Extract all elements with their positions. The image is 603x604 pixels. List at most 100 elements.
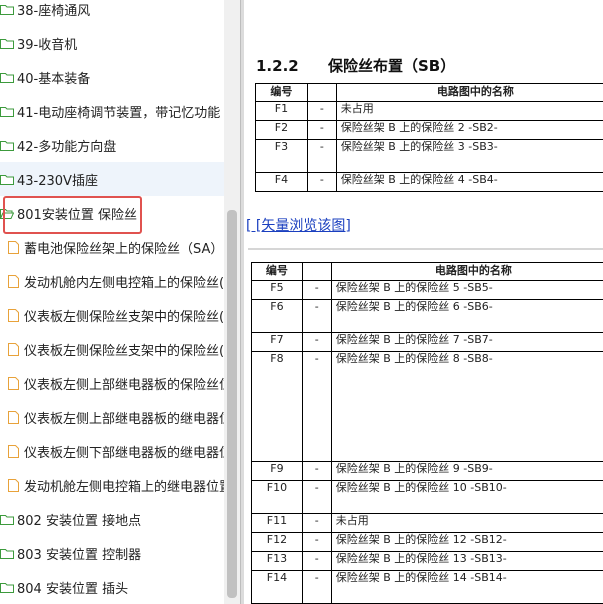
folder-icon xyxy=(0,4,14,15)
page-icon xyxy=(8,274,19,288)
table-row: F8 - 保险丝架 B 上的保险丝 8 -SB8- xyxy=(251,351,603,462)
folder-icon xyxy=(0,140,14,151)
tree-item-41[interactable]: 41-电动座椅调节装置，带记忆功能 xyxy=(0,94,224,128)
fuse-dash: - xyxy=(301,532,332,552)
column-header: 电路图中的名称 xyxy=(335,83,603,102)
table-row: F10 - 保险丝架 B 上的保险丝 10 -SB10- xyxy=(251,480,603,514)
fuse-id: F3 xyxy=(255,139,308,173)
fuse-id: F6 xyxy=(251,299,303,333)
sidebar-scrollbar[interactable] xyxy=(224,0,240,604)
tree-item-label: 仪表板左侧上部继电器板的保险丝位 xyxy=(24,377,224,393)
table-row: F5 - 保险丝架 B 上的保险丝 5 -SB5- xyxy=(251,280,603,300)
tree-item-804[interactable]: 804 安装位置 插头 xyxy=(0,570,224,604)
fuse-name: 保险丝架 B 上的保险丝 13 -SB13- xyxy=(330,551,603,571)
tree-item-38[interactable]: 38-座椅通风 xyxy=(0,0,224,26)
table-row: F1 - 未占用 xyxy=(255,101,603,121)
folder-icon xyxy=(0,548,14,559)
table-row: F14 - 保险丝架 B 上的保险丝 14 -SB14- xyxy=(251,570,603,604)
fuse-dash: - xyxy=(301,280,332,300)
fuse-name: 保险丝架 B 上的保险丝 8 -SB8- xyxy=(330,351,603,462)
tree-item-page[interactable]: 发动机舱左侧电控箱上的继电器位置 xyxy=(0,468,224,502)
fuse-dash: - xyxy=(301,551,332,571)
tree-item-label: 801安装位置 保险丝 xyxy=(17,207,137,223)
fuse-name: 保险丝架 B 上的保险丝 6 -SB6- xyxy=(330,299,603,333)
table-row: F13 - 保险丝架 B 上的保险丝 13 -SB13- xyxy=(251,551,603,571)
fuse-dash: - xyxy=(301,332,332,352)
fuse-id: F9 xyxy=(251,461,303,481)
fuse-id: F8 xyxy=(251,351,303,462)
fuse-dash: - xyxy=(306,101,337,121)
tree-item-page[interactable]: 仪表板左侧上部继电器板的保险丝位 xyxy=(0,366,224,400)
sidebar-tree: 38-座椅通风 39-收音机 40-基本装备 41-电动座椅调节装置，带记忆功能… xyxy=(0,0,224,604)
tree-item-label: 发动机舱左侧电控箱上的继电器位置 xyxy=(24,479,224,495)
folder-open-icon xyxy=(0,208,14,219)
fuse-dash: - xyxy=(301,299,332,333)
tree-item-43[interactable]: 43-230V插座 xyxy=(0,162,224,196)
section-title: 保险丝布置（SB） xyxy=(328,57,456,75)
fuse-id: F7 xyxy=(251,332,303,352)
column-header xyxy=(301,262,332,281)
tree-item-label: 仪表板左侧保险丝支架中的保险丝(S xyxy=(24,343,224,359)
section-number: 1.2.2 xyxy=(256,57,299,75)
page-icon xyxy=(8,444,19,458)
tree-item-label: 仪表板左侧上部继电器板的继电器位 xyxy=(24,411,224,427)
tree-item-label: 40-基本装备 xyxy=(17,71,91,87)
page-icon xyxy=(8,308,19,322)
tree-item-label: 802 安装位置 接地点 xyxy=(17,513,142,529)
tree-item-page[interactable]: 仪表板左侧上部继电器板的继电器位 xyxy=(0,400,224,434)
tree-item-label: 发动机舱内左侧电控箱上的保险丝( xyxy=(24,275,224,291)
tree-item-label: 39-收音机 xyxy=(17,37,78,53)
tree-item-label: 42-多功能方向盘 xyxy=(17,139,117,155)
scrollbar-thumb[interactable] xyxy=(227,210,237,598)
tree-item-page[interactable]: 蓄电池保险丝架上的保险丝（SA） xyxy=(0,230,224,264)
fuse-dash: - xyxy=(301,513,332,533)
fuse-name: 保险丝架 B 上的保险丝 2 -SB2- xyxy=(335,120,603,140)
page-icon xyxy=(8,410,19,424)
fuse-dash: - xyxy=(306,172,337,192)
fuse-table-2: 编号 电路图中的名称 F5 - 保险丝架 B 上的保险丝 5 -SB5- F6 … xyxy=(251,262,603,604)
tree-item-label: 38-座椅通风 xyxy=(17,3,91,19)
tree-item-label: 仪表板左侧保险丝支架中的保险丝(S xyxy=(24,309,224,325)
tree-item-page[interactable]: 发动机舱内左侧电控箱上的保险丝( xyxy=(0,264,224,298)
tree-item-page[interactable]: 仪表板左侧下部继电器板的继电器位 xyxy=(0,434,224,468)
folder-icon xyxy=(0,72,14,83)
fuse-id: F14 xyxy=(251,570,303,604)
tree-item-label: 仪表板左侧下部继电器板的继电器位 xyxy=(24,445,224,461)
tree-item-802[interactable]: 802 安装位置 接地点 xyxy=(0,502,224,536)
tree-item-39[interactable]: 39-收音机 xyxy=(0,26,224,60)
column-header: 编号 xyxy=(251,262,303,281)
fuse-id: F13 xyxy=(251,551,303,571)
folder-icon xyxy=(0,174,14,185)
fuse-name: 保险丝架 B 上的保险丝 3 -SB3- xyxy=(335,139,603,173)
fuse-name: 保险丝架 B 上的保险丝 7 -SB7- xyxy=(330,332,603,352)
table-row: F7 - 保险丝架 B 上的保险丝 7 -SB7- xyxy=(251,332,603,352)
table-row: F4 - 保险丝架 B 上的保险丝 4 -SB4- xyxy=(255,172,603,192)
tree-item-label: 803 安装位置 控制器 xyxy=(17,547,142,563)
fuse-name: 保险丝架 B 上的保险丝 10 -SB10- xyxy=(330,480,603,514)
section-heading: 1.2.2 保险丝布置（SB） xyxy=(256,55,455,76)
table-row: F3 - 保险丝架 B 上的保险丝 3 -SB3- xyxy=(255,139,603,173)
document-pane: 1.2.2 保险丝布置（SB） 编号 电路图中的名称 F1 - 未占用 F2 - … xyxy=(244,0,603,604)
table-row: F11 - 未占用 xyxy=(251,513,603,533)
vector-view-link[interactable]: [ [矢量浏览该图] xyxy=(246,215,351,235)
table-header-row: 编号 电路图中的名称 xyxy=(255,83,603,102)
table-row: F9 - 保险丝架 B 上的保险丝 9 -SB9- xyxy=(251,461,603,481)
table-row: F12 - 保险丝架 B 上的保险丝 12 -SB12- xyxy=(251,532,603,552)
fuse-id: F10 xyxy=(251,480,303,514)
tree-item-label: 804 安装位置 插头 xyxy=(17,581,129,597)
fuse-dash: - xyxy=(306,120,337,140)
fuse-name: 未占用 xyxy=(330,513,603,533)
tree-item-801[interactable]: 801安装位置 保险丝 xyxy=(0,196,224,230)
tree-item-40[interactable]: 40-基本装备 xyxy=(0,60,224,94)
tree-item-42[interactable]: 42-多功能方向盘 xyxy=(0,128,224,162)
fuse-dash: - xyxy=(301,351,332,462)
tree-item-803[interactable]: 803 安装位置 控制器 xyxy=(0,536,224,570)
folder-icon xyxy=(0,106,14,117)
tree-item-page[interactable]: 仪表板左侧保险丝支架中的保险丝(S xyxy=(0,298,224,332)
tree-item-page[interactable]: 仪表板左侧保险丝支架中的保险丝(S xyxy=(0,332,224,366)
tree-item-label: 41-电动座椅调节装置，带记忆功能 xyxy=(17,105,221,121)
fuse-name: 保险丝架 B 上的保险丝 4 -SB4- xyxy=(335,172,603,192)
column-header xyxy=(306,83,337,102)
fuse-dash: - xyxy=(301,570,332,604)
section-divider xyxy=(248,248,603,250)
